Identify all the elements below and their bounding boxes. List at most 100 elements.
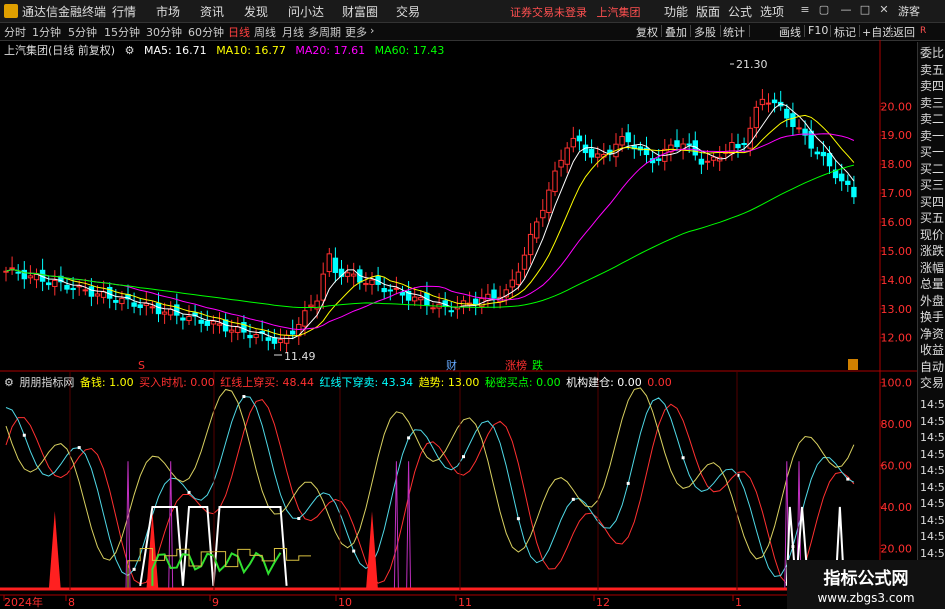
indicator-dot [571,497,575,501]
candle-body [839,173,845,182]
side-item: 自动 [920,359,945,374]
time-axis-label: 11 [458,596,472,609]
side-time: 14:56 [920,480,945,494]
side-item: 涨幅 [920,260,945,275]
signal-spike [168,461,174,591]
price-tick-label: 19.00 [881,129,913,142]
indicator-dot [681,456,685,460]
side-time: 14:56 [920,431,945,444]
indicator-line [5,395,855,578]
side-item: 买二 [920,161,945,176]
indicator-item: 备钱: 1.00 [79,376,134,389]
candle-body [765,102,772,105]
marker-finance: 财 [446,358,457,372]
price-tick-label: 18.00 [881,158,913,171]
candle-body [686,143,692,146]
indicator-dot [626,481,630,485]
watermark-url: www.zbgs3.com [817,591,915,605]
indicator-item: 红线下穿卖: 43.34 [319,376,414,389]
price-tick-label: 17.00 [881,187,913,200]
candle-body [277,339,284,344]
candle-body [399,292,406,296]
indicator-name: 朋朋指标网 [19,376,75,389]
indicator-dot [407,436,411,440]
time-axis-label: 12 [596,596,610,609]
candle-body [381,287,387,293]
settings-icon[interactable]: ⚙ [125,44,135,57]
ma60-label: MA60: 17.43 [374,44,445,57]
price-tick-label: 15.00 [881,245,913,258]
indicator-item: 秘密买点: 0.00 [484,376,561,389]
candle-body [52,279,58,287]
candle-body [15,271,21,274]
side-item: 现价 [920,227,945,242]
side-item: 总量 [920,277,945,291]
time-axis-label: 2024年 [4,595,43,609]
candle-body [759,98,766,106]
indicator-tick-label: 80.00 [881,418,913,431]
side-item: 卖二 [920,112,945,126]
candle-body [595,153,601,158]
candle-body [412,296,418,302]
candle-body [473,298,479,306]
candle-body [619,136,625,146]
candle-body [491,289,497,299]
candle-body [509,279,516,288]
ma10-label: MA10: 16.77 [216,44,286,57]
marker-limit-up: 涨榜 [505,358,527,372]
indicator-tick-label: 100.0 [881,376,913,389]
candle-body [204,320,211,326]
time-axis-label: 9 [212,596,219,609]
candle-body [332,257,339,273]
time-axis-label: 1 [735,596,742,609]
candle-body [198,319,204,324]
side-time: 14:56 [920,398,945,411]
candle-body [753,106,759,129]
indicator-item: 红线上穿买: 48.44 [220,376,314,389]
indicator-dot [516,517,520,521]
candle-body [320,273,326,301]
candle-body [283,334,290,344]
candle-body [119,297,125,305]
indicator-dot [22,433,26,437]
candle-body [271,337,278,344]
price-tick-label: 20.00 [881,100,913,113]
side-item: 换手 [920,310,945,324]
candle-body [741,142,747,146]
candle-body [485,293,491,302]
indicator-line [5,399,855,585]
candle-body [814,151,820,155]
candle-body [21,269,28,280]
price-tick-label: 13.00 [881,303,913,316]
indicator-item: 买入时机: 0.00 [139,376,215,389]
candle-body [344,272,351,277]
indicator-dot [462,455,465,459]
candle-body [64,284,70,290]
indicator-item: 机构建仓: 0.00 [566,376,642,389]
side-time: 14:56 [920,464,945,477]
candle-body [290,330,296,335]
candle-body [3,270,9,273]
indicator-item: 0.00 [647,376,672,389]
ma20-label: MA20: 17.61 [295,44,366,57]
side-item: 涨跌 [920,244,945,258]
candle-body [796,127,802,130]
kline-chart[interactable]: 20.00 19.00 18.00 17.00 16.00 15.00 14.00 13.00… [0,0,917,609]
side-header: R [920,26,927,36]
candle-body [546,189,552,213]
indicator-settings-icon[interactable]: ⚙ [4,376,14,389]
candle-body [393,287,400,290]
candle-body [564,147,570,165]
candle-body [326,253,333,273]
side-item: 净资 [920,326,945,341]
candle-body [149,306,156,309]
indicator-tick-label: 20.00 [881,542,913,555]
candle-body [576,135,583,142]
side-item: 买四 [920,194,945,209]
candle-body [790,113,796,127]
buy-signal-spike [48,511,61,590]
indicator-dot [846,477,850,481]
candle-body [625,132,631,143]
candle-body [845,180,851,185]
indicator-dot [352,549,356,553]
